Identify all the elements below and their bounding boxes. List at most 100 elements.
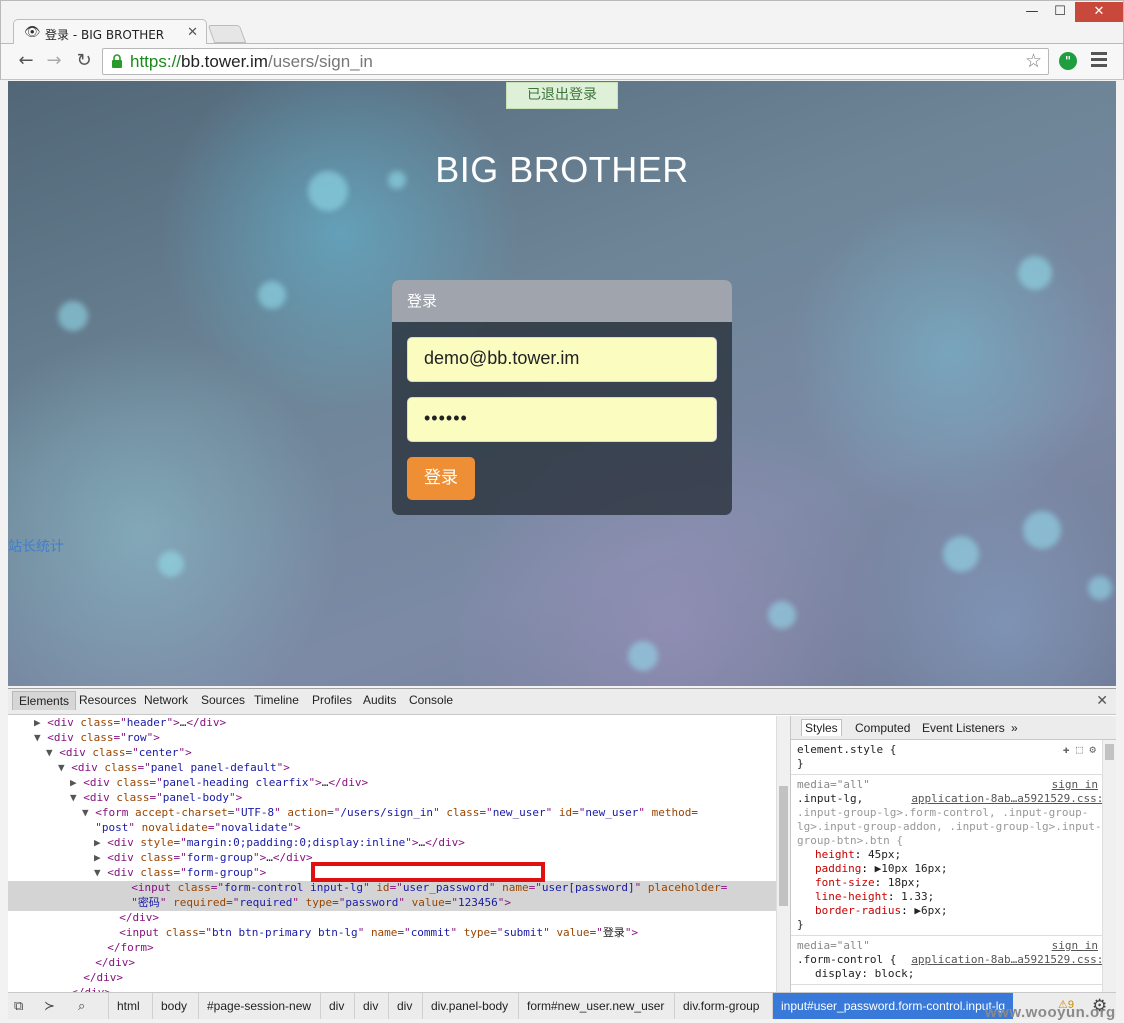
dom-tree-line[interactable]: ▶ <div style="margin:0;padding:0;display…: [8, 836, 776, 851]
tab-console[interactable]: Console: [409, 693, 453, 707]
dom-tree-line[interactable]: <input class="btn btn-primary btn-lg" na…: [8, 926, 776, 941]
breadcrumb-item[interactable]: div: [388, 993, 420, 1019]
dom-token: ": [488, 881, 503, 894]
breadcrumb-item[interactable]: div: [354, 993, 386, 1019]
breadcrumb-item[interactable]: #page-session-new: [198, 993, 319, 1019]
console-drawer-icon[interactable]: ≻: [44, 998, 55, 1014]
dom-tree-line[interactable]: "post" novalidate="novalidate">: [8, 821, 776, 836]
breadcrumb-item[interactable]: div: [320, 993, 352, 1019]
dom-tree-line[interactable]: "密码" required="required" type="password"…: [8, 896, 776, 911]
elements-tree[interactable]: ▶ <div class="header">…</div> ▼ <div clas…: [8, 716, 776, 992]
signin-source-link[interactable]: sign in: [1052, 778, 1098, 792]
maximize-button[interactable]: ☐: [1047, 2, 1073, 22]
password-field[interactable]: ••••••: [407, 397, 717, 442]
tab-sources[interactable]: Sources: [201, 693, 245, 707]
expand-triangle-icon[interactable]: ▼: [46, 746, 59, 759]
expand-triangle-icon[interactable]: ▶: [70, 776, 83, 789]
forward-arrow-icon[interactable]: →: [43, 50, 65, 72]
tab-resources[interactable]: Resources: [79, 693, 136, 707]
dom-token: </div>: [186, 716, 227, 729]
window-close-button[interactable]: ✕: [1075, 2, 1123, 22]
dom-token: ">: [252, 866, 267, 879]
new-tab-button[interactable]: [207, 25, 247, 43]
tab-event-listeners[interactable]: Event Listeners: [922, 721, 1005, 735]
dom-token: <div: [47, 731, 81, 744]
dom-tree-line[interactable]: ▶ <div class="panel-heading clearfix">…<…: [8, 776, 776, 791]
expand-triangle-icon[interactable]: ▶: [34, 716, 47, 729]
breadcrumb-item[interactable]: html: [108, 993, 148, 1019]
breadcrumb-item[interactable]: input#user_password.form-control.input-l…: [772, 993, 1014, 1019]
dock-icon[interactable]: ⧉: [14, 998, 23, 1014]
dom-token: ">: [166, 716, 180, 729]
styles-scrollbar[interactable]: [1102, 740, 1116, 992]
dom-token: =": [149, 791, 163, 804]
extension-quote-icon[interactable]: ": [1059, 52, 1077, 70]
dom-token: ": [450, 926, 464, 939]
input-lg-rule[interactable]: media="all" sign in .input-lg, applicatio…: [791, 775, 1116, 936]
email-field[interactable]: demo@bb.tower.im: [407, 337, 717, 382]
dom-tree-line[interactable]: </div>: [8, 956, 776, 971]
element-style-rule[interactable]: element.style { ✚ ⬚ ⚙ }: [791, 740, 1116, 775]
breadcrumb-item[interactable]: form#new_user.new_user: [518, 993, 672, 1019]
site-stats-link[interactable]: 站长统计: [8, 536, 64, 556]
expand-triangle-icon[interactable]: ▶: [94, 851, 107, 864]
search-icon[interactable]: ⌕: [78, 998, 85, 1014]
login-button[interactable]: 登录: [407, 457, 475, 500]
dom-tree-line[interactable]: ▼ <div class="panel-body">: [8, 791, 776, 806]
breadcrumb-item[interactable]: div.panel-body: [422, 993, 516, 1019]
dom-token: <div: [59, 746, 93, 759]
dom-tree-line[interactable]: </form>: [8, 941, 776, 956]
breadcrumb-item[interactable]: div.form-group: [674, 993, 767, 1019]
expand-triangle-icon[interactable]: ▶: [94, 836, 107, 849]
back-arrow-icon[interactable]: ←: [15, 50, 37, 72]
tab-title: 登录 - BIG BROTHER: [45, 28, 165, 42]
breadcrumb-item[interactable]: body: [152, 993, 195, 1019]
close-devtools-icon[interactable]: ✕: [1096, 693, 1108, 709]
css-source-link-2[interactable]: application-8ab…a5921529.css:9: [911, 953, 1110, 967]
expand-triangle-icon[interactable]: ▼: [34, 731, 47, 744]
dom-tree-line[interactable]: ▼ <div class="row">: [8, 731, 776, 746]
dom-token: type: [463, 926, 491, 939]
lock-icon: [112, 54, 122, 68]
signin-source-link-2[interactable]: sign in: [1052, 939, 1098, 953]
expand-triangle-icon[interactable]: ▼: [70, 791, 83, 804]
expand-triangle-icon[interactable]: ▼: [58, 761, 71, 774]
elements-scrollbar[interactable]: [776, 716, 790, 992]
minimize-button[interactable]: —: [1019, 2, 1045, 22]
tab-audits[interactable]: Audits: [363, 693, 396, 707]
dom-tree-line[interactable]: ▼ <div class="center">: [8, 746, 776, 761]
close-tab-icon[interactable]: ✕: [187, 25, 198, 40]
tab-timeline[interactable]: Timeline: [254, 693, 299, 707]
hamburger-menu-icon[interactable]: [1091, 52, 1107, 70]
dom-tree-line[interactable]: <input class="form-control input-lg" id=…: [8, 881, 776, 896]
dom-tree-line[interactable]: </div>: [8, 911, 776, 926]
form-control-rule[interactable]: media="all" sign in .form-control { appli…: [791, 936, 1116, 985]
dom-tree-line[interactable]: ▶ <div class="header">…</div>: [8, 716, 776, 731]
dom-token: =": [149, 776, 163, 789]
dom-token: </div>: [425, 836, 465, 849]
expand-triangle-icon[interactable]: ▼: [94, 866, 107, 879]
bookmark-star-icon[interactable]: ☆: [1025, 50, 1042, 72]
dom-token: =": [490, 926, 504, 939]
tab-styles[interactable]: Styles: [801, 719, 842, 736]
tab-elements[interactable]: Elements: [12, 691, 77, 710]
style-tools-icons[interactable]: ✚ ⬚ ⚙: [1063, 743, 1096, 757]
tab-profiles[interactable]: Profiles: [312, 693, 352, 707]
tab-network[interactable]: Network: [144, 693, 188, 707]
more-tabs-chevron-icon[interactable]: »: [1011, 721, 1018, 735]
expand-triangle-icon[interactable]: ▼: [82, 806, 95, 819]
dom-token: id: [558, 806, 573, 819]
browser-tab[interactable]: 👁 登录 - BIG BROTHER ✕: [13, 19, 207, 46]
signed-out-notice: 已退出登录: [506, 82, 618, 109]
reload-icon[interactable]: ↻: [73, 50, 95, 72]
login-panel: 登录 demo@bb.tower.im •••••• 登录: [392, 280, 732, 515]
css-source-link[interactable]: application-8ab…a5921529.css:9: [911, 792, 1110, 806]
dom-tree-line[interactable]: ▼ <div class="panel panel-default">: [8, 761, 776, 776]
dom-tree-line[interactable]: </div>: [8, 971, 776, 986]
address-bar[interactable]: https://bb.tower.im/users/sign_in ☆: [102, 48, 1049, 75]
tab-computed[interactable]: Computed: [855, 721, 910, 735]
dom-token: required: [173, 896, 227, 909]
dom-tree-line[interactable]: ▼ <form accept-charset="UTF-8" action="/…: [8, 806, 776, 821]
